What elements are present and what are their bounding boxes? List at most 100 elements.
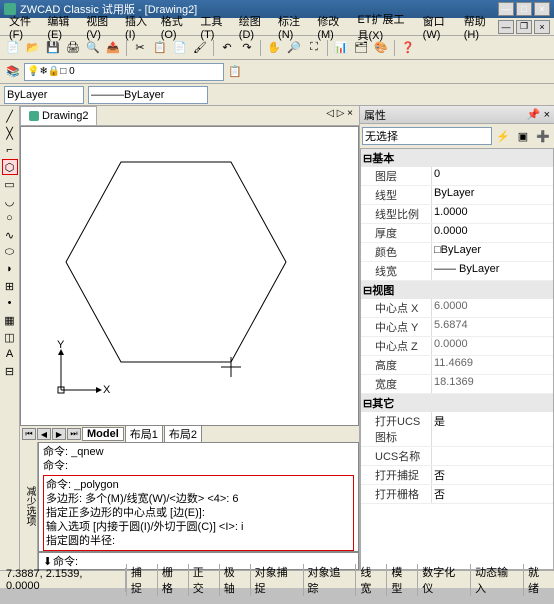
menu-tools[interactable]: 工具(T) bbox=[195, 12, 231, 42]
menu-draw[interactable]: 绘图(D) bbox=[234, 12, 271, 42]
toggle-osnap[interactable]: 对象捕捉 bbox=[250, 564, 303, 596]
tool-palette-icon[interactable]: 🎨 bbox=[372, 39, 390, 57]
spline-icon[interactable]: ∿ bbox=[2, 227, 18, 243]
model-tab[interactable]: Model bbox=[82, 427, 124, 441]
layout-tabs: ⏮ ◀ ▶ ⏭ Model 布局1 布局2 bbox=[20, 426, 359, 442]
publish-icon[interactable]: 📤 bbox=[104, 39, 122, 57]
tab-next-icon[interactable]: ▶ bbox=[52, 428, 66, 440]
toggle-pickadd-icon[interactable]: ➕ bbox=[534, 127, 552, 145]
toggle-lwt[interactable]: 线宽 bbox=[355, 564, 386, 596]
properties-icon[interactable]: 📊 bbox=[332, 39, 350, 57]
prop-value[interactable]: □ByLayer bbox=[431, 243, 553, 261]
doc-close-button[interactable]: × bbox=[534, 20, 550, 34]
text-icon[interactable]: A bbox=[2, 346, 18, 362]
copy-icon[interactable]: 📋 bbox=[151, 39, 169, 57]
menu-dimension[interactable]: 标注(N) bbox=[273, 12, 310, 42]
cut-icon[interactable]: ✂ bbox=[131, 39, 149, 57]
doc-minimize-button[interactable]: — bbox=[498, 20, 514, 34]
undo-icon[interactable]: ↶ bbox=[218, 39, 236, 57]
menu-format[interactable]: 格式(O) bbox=[156, 12, 194, 42]
prop-value[interactable]: 是 bbox=[431, 412, 553, 446]
menu-help[interactable]: 帮助(H) bbox=[459, 12, 496, 42]
select-objects-icon[interactable]: ▣ bbox=[514, 127, 532, 145]
prop-label: 打开UCS图标 bbox=[361, 412, 431, 446]
zoom-extents-icon[interactable]: ⛶ bbox=[305, 39, 323, 57]
block-icon[interactable]: ⊞ bbox=[2, 278, 18, 294]
pan-icon[interactable]: ✋ bbox=[265, 39, 283, 57]
toggle-model[interactable]: 模型 bbox=[386, 564, 417, 596]
menu-window[interactable]: 窗口(W) bbox=[418, 12, 457, 42]
arc-icon[interactable]: ◡ bbox=[2, 193, 18, 209]
group-view[interactable]: ⊟ 视图 bbox=[361, 281, 553, 299]
tab-first-icon[interactable]: ⏮ bbox=[22, 428, 36, 440]
linetype-dropdown[interactable]: ——— ByLayer bbox=[88, 86, 208, 104]
menu-edit[interactable]: 编辑(E) bbox=[42, 12, 79, 42]
prop-value[interactable]: 否 bbox=[431, 485, 553, 503]
paste-icon[interactable]: 📄 bbox=[171, 39, 189, 57]
rectangle-icon[interactable]: ▭ bbox=[2, 176, 18, 192]
prop-value[interactable]: 0 bbox=[431, 167, 553, 185]
props-buttons[interactable]: 📌 × bbox=[527, 108, 550, 121]
layer-manager-icon[interactable]: 📚 bbox=[4, 63, 22, 81]
prop-value[interactable]: ByLayer bbox=[431, 186, 553, 204]
redo-icon[interactable]: ↷ bbox=[238, 39, 256, 57]
circle-icon[interactable]: ○ bbox=[2, 210, 18, 226]
pline-icon[interactable]: ⌐ bbox=[2, 142, 18, 158]
xline-icon[interactable]: ╳ bbox=[2, 125, 18, 141]
save-icon[interactable]: 💾 bbox=[44, 39, 62, 57]
quick-select-icon[interactable]: ⚡ bbox=[494, 127, 512, 145]
toggle-ortho[interactable]: 正交 bbox=[188, 564, 219, 596]
toggle-snap[interactable]: 捕捉 bbox=[126, 564, 157, 596]
menu-modify[interactable]: 修改(M) bbox=[312, 12, 350, 42]
ellipse-arc-icon[interactable]: ◗ bbox=[2, 261, 18, 277]
minimize-button[interactable]: — bbox=[498, 2, 514, 16]
selection-dropdown[interactable]: 无选择 bbox=[362, 127, 492, 145]
layer-states-icon[interactable]: 📋 bbox=[226, 63, 244, 81]
toggle-tablet[interactable]: 数字化仪 bbox=[417, 564, 470, 596]
menu-insert[interactable]: 插入(I) bbox=[120, 12, 154, 42]
layout2-tab[interactable]: 布局2 bbox=[164, 425, 202, 443]
doc-restore-button[interactable]: ❐ bbox=[516, 20, 532, 34]
hexagon-shape bbox=[61, 157, 291, 367]
tab-last-icon[interactable]: ⏭ bbox=[67, 428, 81, 440]
tab-nav-icons[interactable]: ◁ ▷ × bbox=[320, 106, 359, 125]
print-icon[interactable]: 🖨 bbox=[64, 39, 82, 57]
prop-value[interactable]: 1.0000 bbox=[431, 205, 553, 223]
design-center-icon[interactable]: 🗂 bbox=[352, 39, 370, 57]
prop-label: 打开栅格 bbox=[361, 485, 431, 503]
polygon-icon[interactable]: ⬡ bbox=[2, 159, 18, 175]
help-icon[interactable]: ❓ bbox=[399, 39, 417, 57]
prop-value[interactable]: 否 bbox=[431, 466, 553, 484]
color-dropdown[interactable]: ByLayer bbox=[4, 86, 84, 104]
group-other[interactable]: ⊟ 其它 bbox=[361, 394, 553, 412]
prop-label: 线型比例 bbox=[361, 205, 431, 223]
prop-value[interactable]: 0.0000 bbox=[431, 224, 553, 242]
toggle-grid[interactable]: 栅格 bbox=[157, 564, 188, 596]
maximize-button[interactable]: □ bbox=[516, 2, 532, 16]
table-icon[interactable]: ⊟ bbox=[2, 363, 18, 379]
layer-dropdown[interactable]: 💡❄🔒□ 0 bbox=[24, 63, 224, 81]
region-icon[interactable]: ◫ bbox=[2, 329, 18, 345]
ellipse-icon[interactable]: ⬭ bbox=[2, 244, 18, 260]
tab-prev-icon[interactable]: ◀ bbox=[37, 428, 51, 440]
new-icon[interactable]: 📄 bbox=[4, 39, 22, 57]
match-icon[interactable]: 🖌 bbox=[191, 39, 209, 57]
doc-tab-drawing2[interactable]: Drawing2 bbox=[20, 106, 97, 125]
line-icon[interactable]: ╱ bbox=[2, 108, 18, 124]
toggle-otrack[interactable]: 对象追踪 bbox=[303, 564, 356, 596]
open-icon[interactable]: 📂 bbox=[24, 39, 42, 57]
group-basic[interactable]: ⊟ 基本 bbox=[361, 149, 553, 167]
toggle-polar[interactable]: 极轴 bbox=[219, 564, 250, 596]
prop-value[interactable]: —— ByLayer bbox=[431, 262, 553, 280]
menu-file[interactable]: 文件(F) bbox=[4, 12, 40, 42]
point-icon[interactable]: • bbox=[2, 295, 18, 311]
layout1-tab[interactable]: 布局1 bbox=[125, 425, 163, 443]
preview-icon[interactable]: 🔍 bbox=[84, 39, 102, 57]
drawing-canvas[interactable]: X Y bbox=[20, 126, 359, 426]
close-button[interactable]: × bbox=[534, 2, 550, 16]
cmd-line: 命令: bbox=[43, 459, 354, 473]
menu-view[interactable]: 视图(V) bbox=[81, 12, 118, 42]
hatch-icon[interactable]: ▦ bbox=[2, 312, 18, 328]
toggle-dyn[interactable]: 动态输入 bbox=[470, 564, 523, 596]
zoom-icon[interactable]: 🔎 bbox=[285, 39, 303, 57]
